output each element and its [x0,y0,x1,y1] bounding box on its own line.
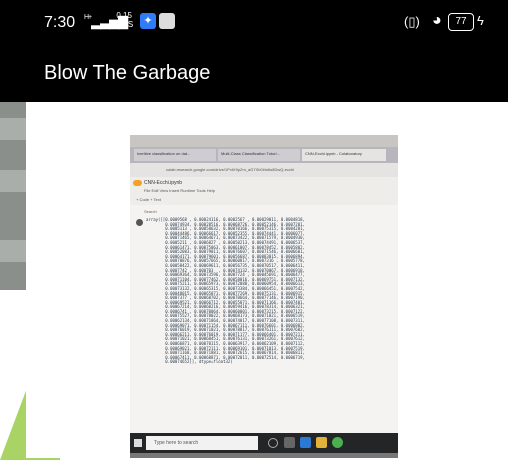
vibrate-icon: (▯) [404,14,420,29]
colab-logo-icon [133,180,142,186]
status-bar: 7:30 H+▂▃▅▇ 0.15 KB/S ✦ (▯) ◕ 77 ϟ [0,0,508,44]
battery-level: 77 [455,16,467,27]
charging-icon: ϟ [477,13,484,28]
background-blur-panel [0,100,26,290]
taskbar-search: Type here to search [146,436,258,450]
notebook-toolbar: + Code + Text [136,197,161,202]
browser-tab: Multi-Class Classification Tutori... [218,149,300,161]
app-bar: Blow The Garbage [0,44,508,102]
address-bar: colab.research.google.com/drive/1PvtX9pZ… [130,163,398,177]
task-view-icon [284,437,295,448]
file-explorer-icon [316,437,327,448]
edge-icon [300,437,311,448]
status-time: 7:30 [44,14,76,31]
search-label: Search [144,209,157,214]
photo-bottom-edge [130,453,398,458]
speed-unit: KB/S [115,20,134,29]
gallery-icon [159,13,175,29]
cortana-icon [268,438,278,448]
notebook-title: CNN-Ecchi.ipynb [144,180,183,186]
windows-start-icon [134,439,142,447]
alarm-icon: ◕ [432,12,442,29]
vpn-icon: ✦ [140,13,156,29]
network-type: H+ [84,14,92,21]
notebook-header: CNN-Ecchi.ipynb File Edit View Insert Ru… [130,177,398,205]
run-cell-icon [136,219,143,226]
browser-tab-active: CNN-Ecchi.ipynb - Colaboratory [302,149,386,161]
network-speed: 0.15 KB/S [115,11,133,29]
browser-tab: Ineritive classification on dat... [134,149,216,161]
speed-value: 0.15 [116,11,132,20]
app-title: Blow The Garbage [44,62,211,84]
cell-output: array([[0.0009568 , 0.00024116, 0.000256… [146,217,305,365]
chrome-icon [332,437,343,448]
browser-tab-strip: Ineritive classification on dat... Multi… [130,147,398,163]
address-text: colab.research.google.com/drive/1PvtX9pZ… [166,167,295,172]
notebook-output-area: Search array([[0.0009568 , 0.00024116, 0… [130,205,398,433]
post-photo[interactable]: Ineritive classification on dat... Multi… [130,135,398,458]
battery-icon: 77 [448,13,474,31]
notebook-menu: File Edit View Insert Runtime Tools Help [144,188,215,193]
windows-taskbar: Type here to search [130,433,398,453]
